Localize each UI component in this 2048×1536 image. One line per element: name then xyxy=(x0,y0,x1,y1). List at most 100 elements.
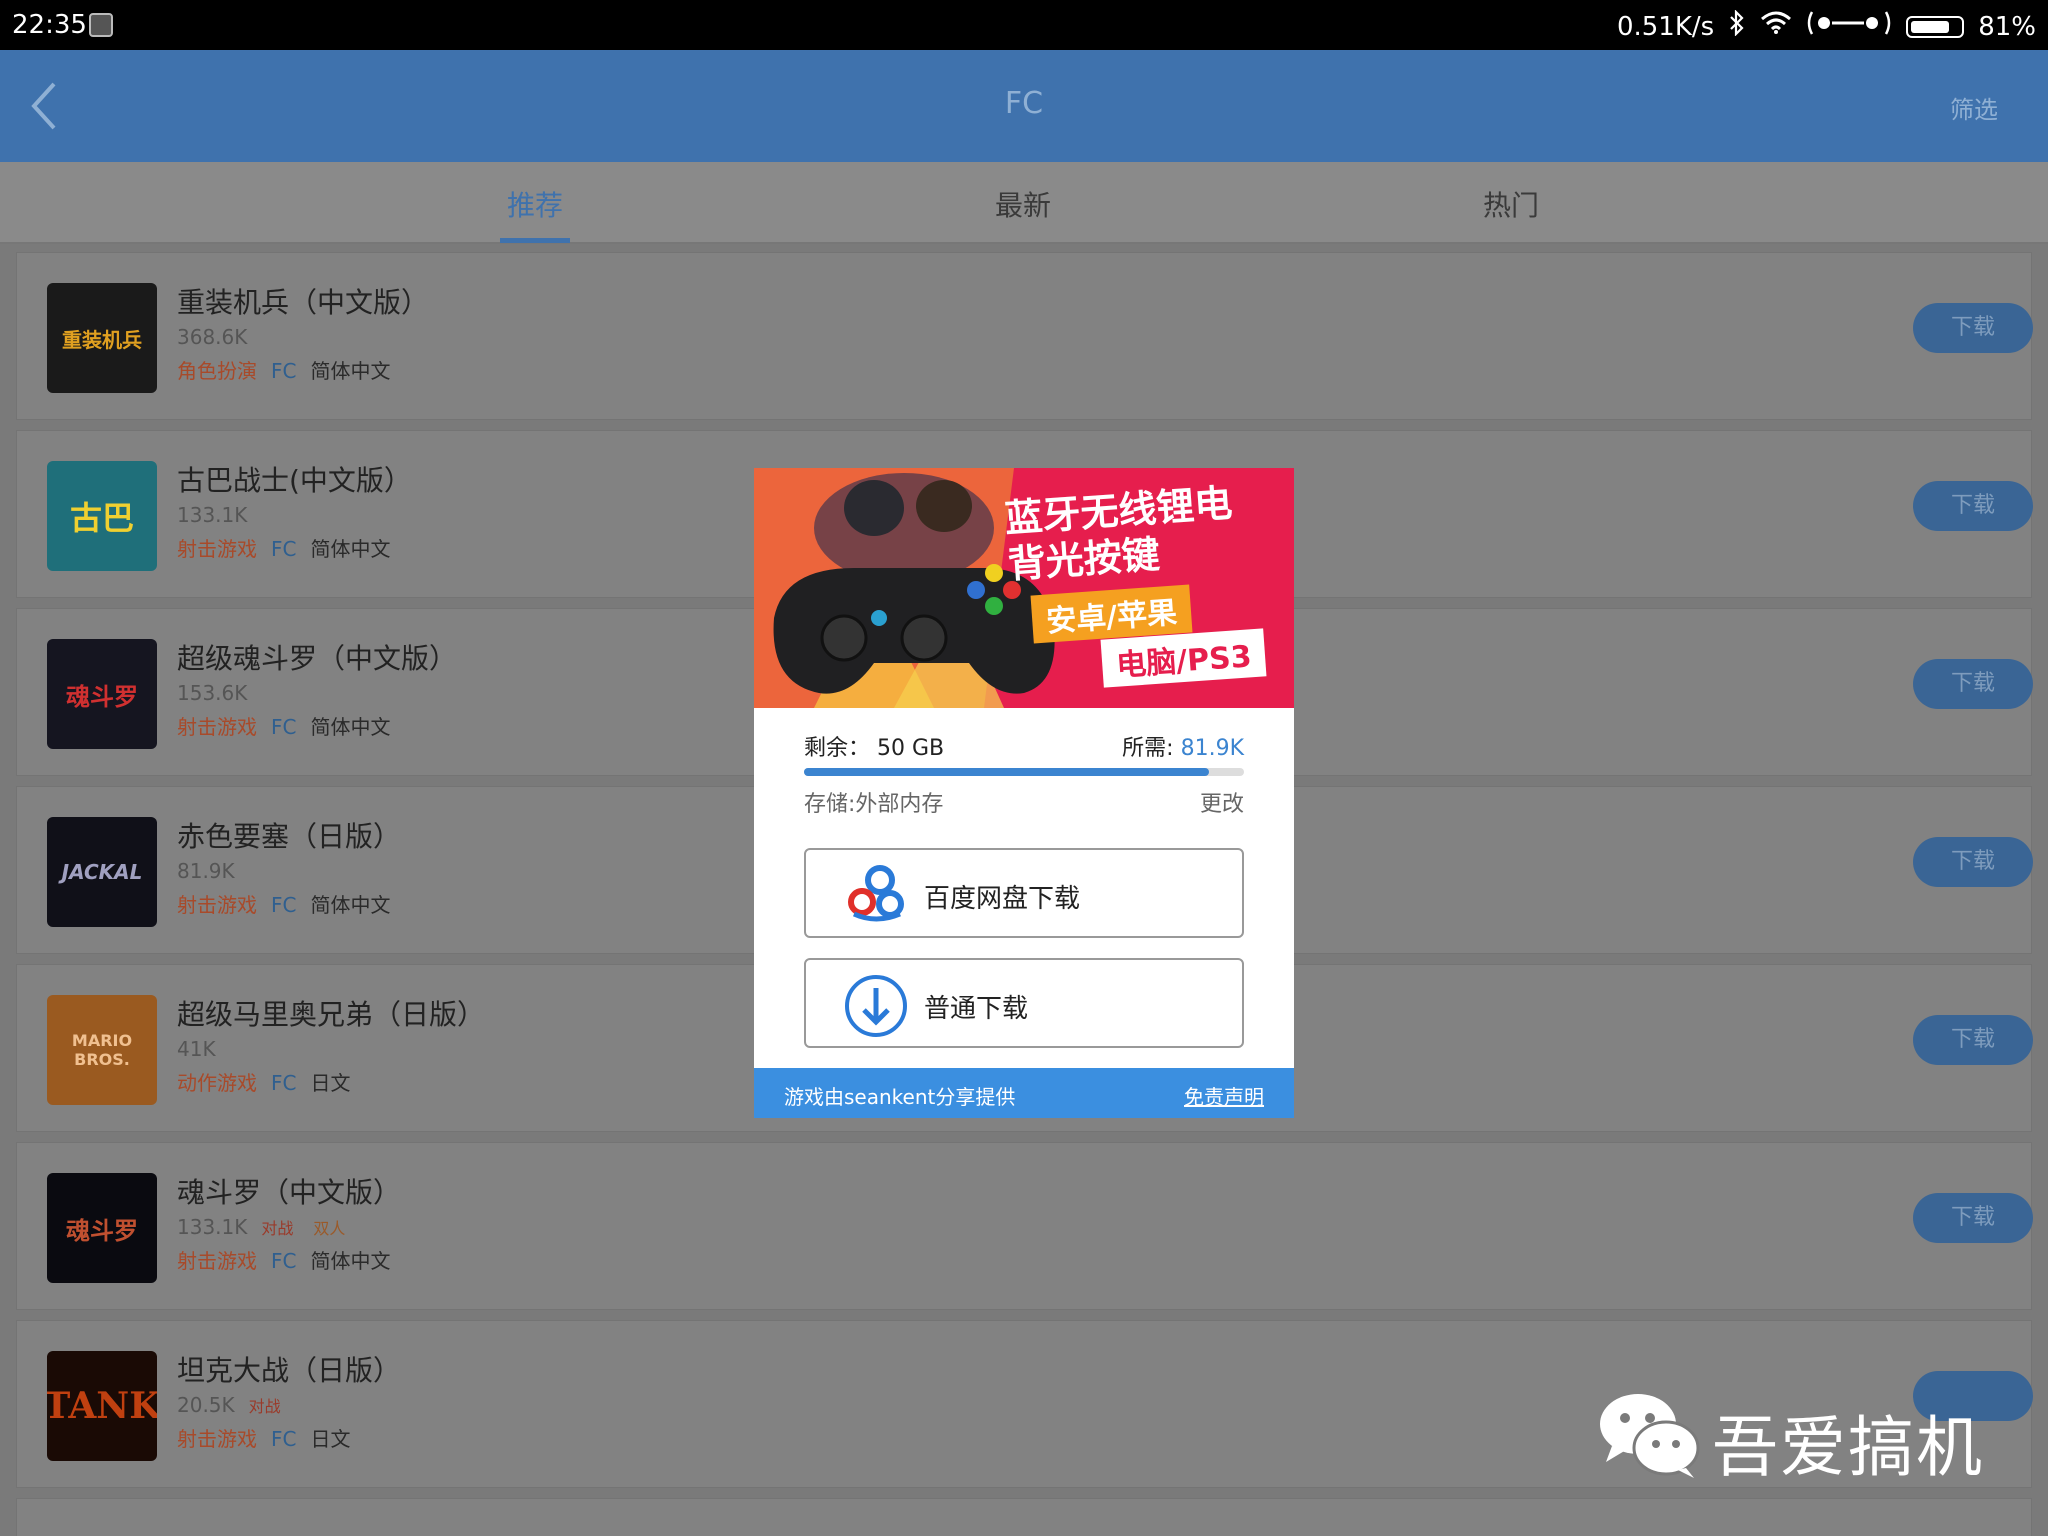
disclaimer-link[interactable]: 免责声明 xyxy=(1184,1081,1264,1110)
feature-tag: 对战 xyxy=(261,1219,294,1238)
game-thumbnail: JACKAL xyxy=(47,817,157,927)
status-time: 22:35 xyxy=(12,10,87,40)
game-thumbnail: MARIO BROS. xyxy=(47,995,157,1105)
game-thumbnail: 魂斗罗 xyxy=(47,639,157,749)
dialog-footer: 游戏由seankent分享提供 免责声明 xyxy=(754,1068,1294,1118)
provider-text: 游戏由seankent分享提供 xyxy=(784,1085,1016,1109)
tab-bar: 推荐 最新 热门 xyxy=(0,162,2048,244)
tab-recommended[interactable]: 推荐 xyxy=(507,184,563,224)
net-speed: 0.51K/s xyxy=(1616,11,1715,42)
size-value: 133.1K xyxy=(177,1215,248,1239)
remaining-value: 50 GB xyxy=(877,736,945,761)
size-value: 133.1K xyxy=(177,503,248,527)
filter-button[interactable]: 筛选 xyxy=(1950,90,1998,125)
game-thumbnail: 古巴 xyxy=(47,461,157,571)
change-storage-button[interactable]: 更改 xyxy=(1200,786,1244,818)
genre-tag: 角色扮演 xyxy=(177,359,257,383)
normal-download-label: 普通下载 xyxy=(924,994,1029,1024)
page-title: FC xyxy=(1004,86,1044,121)
platform-tag: FC xyxy=(271,893,297,917)
game-meta: 射击游戏 FC 日文 xyxy=(177,1423,350,1452)
feature-tag: 双人 xyxy=(313,1219,346,1238)
thumbnail-text: MARIO BROS. xyxy=(71,1031,133,1069)
game-size: 41K xyxy=(177,1037,216,1061)
baidu-download-label: 百度网盘下载 xyxy=(924,884,1081,914)
watermark-text: 吾爱搞机 xyxy=(1712,1409,1984,1486)
list-item[interactable]: 重装机兵 重装机兵（中文版） 368.6K 角色扮演 FC 简体中文 下载 xyxy=(16,252,2033,420)
storage-location: 存储:外部内存 xyxy=(804,792,944,817)
game-thumbnail: TANK xyxy=(47,1351,157,1461)
genre-tag: 射击游戏 xyxy=(177,1249,257,1273)
download-button[interactable]: 下载 xyxy=(1913,837,2033,887)
normal-download-button[interactable]: 普通下载 xyxy=(804,958,1244,1048)
language-tag: 简体中文 xyxy=(310,715,391,739)
thumbnail-text: 古巴 xyxy=(69,499,134,537)
tab-hot[interactable]: 热门 xyxy=(1483,184,1539,224)
status-right: 0.51K/s 81% xyxy=(1616,9,2036,43)
thumbnail-text: TANK xyxy=(47,1385,157,1427)
language-tag: 简体中文 xyxy=(310,1249,391,1273)
language-tag: 日文 xyxy=(310,1427,351,1451)
language-tag: 简体中文 xyxy=(310,537,391,561)
list-item[interactable]: 魂斗罗 魂斗罗（中文版） 133.1K 对战 双人 射击游戏 FC 简体中文 下载 xyxy=(16,1142,2033,1310)
download-button[interactable]: 下载 xyxy=(1913,659,2033,709)
game-name: 重装机兵（中文版） xyxy=(177,286,430,319)
game-meta: 射击游戏 FC 简体中文 xyxy=(177,533,390,562)
app-header: FC 筛选 xyxy=(0,50,2048,162)
game-name: 古巴战士(中文版） xyxy=(177,464,412,497)
download-arrow-icon xyxy=(845,975,907,1037)
download-button[interactable]: 下载 xyxy=(1913,303,2033,353)
genre-tag: 射击游戏 xyxy=(177,537,257,561)
language-tag: 简体中文 xyxy=(310,359,391,383)
download-button[interactable]: 下载 xyxy=(1913,481,2033,531)
game-name: 超级魂斗罗（中文版） xyxy=(177,642,458,675)
tab-latest[interactable]: 最新 xyxy=(995,184,1051,224)
size-value: 81.9K xyxy=(177,859,235,883)
wechat-icon xyxy=(1600,1394,1700,1478)
tab-active-indicator xyxy=(500,238,570,243)
game-meta: 角色扮演 FC 简体中文 xyxy=(177,355,390,384)
download-button[interactable]: 下载 xyxy=(1913,1193,2033,1243)
language-tag: 简体中文 xyxy=(310,893,391,917)
thumbnail-text: 魂斗罗 xyxy=(66,1216,138,1245)
game-thumbnail: 魂斗罗 xyxy=(47,1173,157,1283)
game-name: 魂斗罗（中文版） xyxy=(177,1176,402,1209)
platform-tag: FC xyxy=(271,715,297,739)
download-dialog: 蓝牙无线锂电 背光按键 安卓/苹果 电脑/PS3 剩余： 50 GB 所需: 8… xyxy=(754,468,1294,1118)
game-size: 368.6K xyxy=(177,325,247,349)
required-value: 81.9K xyxy=(1180,736,1244,761)
download-button[interactable]: 下载 xyxy=(1913,1015,2033,1065)
banner-headline: 蓝牙无线锂电 背光按键 xyxy=(1003,476,1289,587)
wifi-icon xyxy=(1760,11,1792,42)
game-name: 超级马里奥兄弟（日版） xyxy=(177,998,486,1031)
ad-banner[interactable]: 蓝牙无线锂电 背光按键 安卓/苹果 电脑/PS3 xyxy=(754,468,1294,708)
platform-tag: FC xyxy=(271,1427,297,1451)
thumbnail-text: 魂斗罗 xyxy=(66,682,138,711)
genre-tag: 射击游戏 xyxy=(177,1427,257,1451)
size-value: 153.6K xyxy=(177,681,248,705)
status-bar: 22:35 0.51K/s 81% xyxy=(0,0,2048,50)
size-value: 20.5K xyxy=(177,1393,235,1417)
baidu-cloud-icon xyxy=(848,865,904,922)
required-space: 所需: 81.9K xyxy=(1122,730,1244,762)
platform-tag: FC xyxy=(271,1071,297,1095)
baidu-download-button[interactable]: 百度网盘下载 xyxy=(804,848,1244,938)
game-size: 133.1K xyxy=(177,503,247,527)
game-meta: 动作游戏 FC 日文 xyxy=(177,1067,350,1096)
game-name: 坦克大战（日版） xyxy=(177,1354,402,1387)
storage-progress-fill xyxy=(804,768,1209,776)
game-size: 20.5K 对战 xyxy=(177,1393,281,1417)
genre-tag: 射击游戏 xyxy=(177,893,257,917)
language-tag: 日文 xyxy=(310,1071,351,1095)
list-item[interactable] xyxy=(16,1498,2032,1536)
remaining-label: 剩余： xyxy=(804,736,871,761)
rotation-lock-icon xyxy=(1806,10,1892,43)
game-meta: 射击游戏 FC 简体中文 xyxy=(177,711,390,740)
game-size: 153.6K xyxy=(177,681,247,705)
genre-tag: 射击游戏 xyxy=(177,715,257,739)
game-name: 赤色要塞（日版） xyxy=(177,820,402,853)
thumbnail-text: 重装机兵 xyxy=(62,327,142,352)
watermark: 吾爱搞机 xyxy=(1598,1380,2018,1490)
notification-icon xyxy=(89,13,113,37)
bluetooth-icon xyxy=(1728,9,1746,43)
